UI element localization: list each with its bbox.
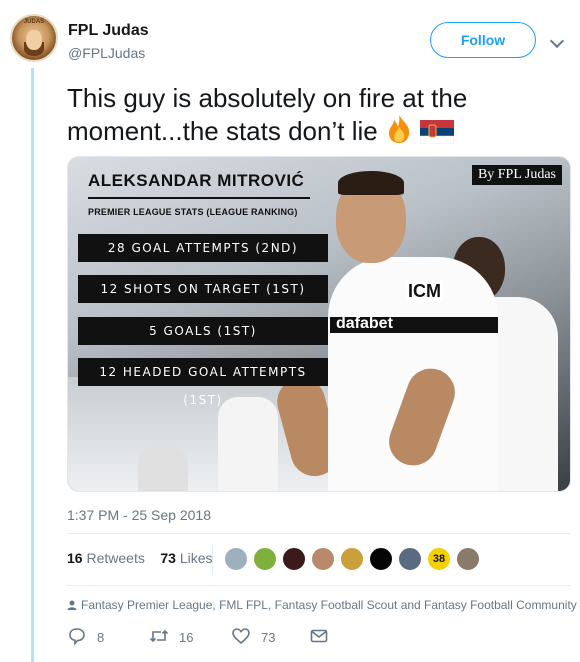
- title-rule: [88, 197, 310, 199]
- liker-avatar[interactable]: [398, 547, 422, 571]
- tweet-header: JUDAS FPL Judas @FPLJudas Follow: [10, 10, 570, 66]
- follow-button[interactable]: Follow: [430, 22, 536, 58]
- thread-line: [31, 68, 34, 662]
- retweet-button[interactable]: 16: [149, 626, 193, 648]
- stat-box: 12 HEADED GOAL ATTEMPTS (1ST): [78, 358, 328, 407]
- social-context[interactable]: Fantasy Premier League, FML FPL, Fantasy…: [67, 598, 577, 612]
- reply-button[interactable]: 8: [67, 626, 104, 648]
- reply-icon: [69, 628, 85, 646]
- liker-avatar[interactable]: [456, 547, 480, 571]
- graphic-title: ALEKSANDAR MITROVIĆ: [88, 171, 305, 190]
- like-button[interactable]: 73: [231, 626, 275, 648]
- liker-avatar[interactable]: 38: [427, 547, 451, 571]
- tweet-text: This guy is absolutely on fire at the mo…: [67, 82, 567, 151]
- likes-stat[interactable]: 73 Likes: [160, 550, 212, 566]
- stat-box: 28 GOAL ATTEMPTS (2ND): [78, 234, 328, 262]
- retweet-count: 16: [179, 630, 194, 645]
- envelope-icon: [310, 629, 328, 643]
- likes-count: 73: [160, 550, 176, 566]
- tweet-timestamp[interactable]: 1:37 PM - 25 Sep 2018: [67, 507, 211, 523]
- fire-emoji: [385, 114, 413, 151]
- liker-avatar[interactable]: [282, 547, 306, 571]
- retweet-icon: [149, 629, 169, 643]
- background-player-2: [138, 447, 188, 491]
- player-sponsor: dafabet: [336, 315, 393, 332]
- person-icon: [67, 600, 77, 610]
- avatar-face: [26, 30, 42, 50]
- author-name[interactable]: FPL Judas: [68, 22, 149, 40]
- serbia-flag-emoji: [419, 119, 455, 151]
- likes-label: Likes: [179, 550, 213, 566]
- social-context-text: Fantasy Premier League, FML FPL, Fantasy…: [81, 598, 577, 612]
- like-count: 73: [261, 630, 276, 645]
- author-handle[interactable]: @FPLJudas: [68, 45, 145, 61]
- divider: [67, 585, 570, 586]
- shirt-text: ICM: [406, 281, 443, 302]
- engagement-stats: 16 Retweets 73 Likes: [67, 550, 213, 566]
- liker-avatar[interactable]: [253, 547, 277, 571]
- engagement-separator: [212, 545, 213, 575]
- retweets-label: Retweets: [86, 550, 145, 566]
- stat-box: 12 SHOTS ON TARGET (1ST): [78, 275, 328, 303]
- avatar[interactable]: JUDAS: [10, 14, 58, 62]
- reply-count: 8: [97, 630, 105, 645]
- retweets-stat[interactable]: 16 Retweets: [67, 550, 145, 566]
- tweet-image[interactable]: dafabet dafabet ICM By FPL Judas ALEKSAN…: [67, 156, 571, 492]
- liker-avatar[interactable]: [369, 547, 393, 571]
- heart-icon: [232, 628, 250, 645]
- liker-avatar[interactable]: [340, 547, 364, 571]
- watermark-tag: By FPL Judas: [471, 165, 562, 185]
- stat-box: 5 GOALS (1ST): [78, 317, 328, 345]
- retweets-count: 16: [67, 550, 83, 566]
- background-player: [218, 397, 278, 491]
- tweet-actions: 8 16 73: [67, 626, 367, 648]
- divider: [67, 533, 570, 534]
- avatar-label: JUDAS: [23, 19, 45, 25]
- graphic-subtitle: PREMIER LEAGUE STATS (LEAGUE RANKING): [88, 207, 298, 217]
- direct-message-button[interactable]: [309, 626, 339, 648]
- chevron-down-icon[interactable]: [549, 33, 565, 49]
- player-hair: [338, 171, 404, 195]
- liker-avatar[interactable]: [311, 547, 335, 571]
- liker-avatar[interactable]: [224, 547, 248, 571]
